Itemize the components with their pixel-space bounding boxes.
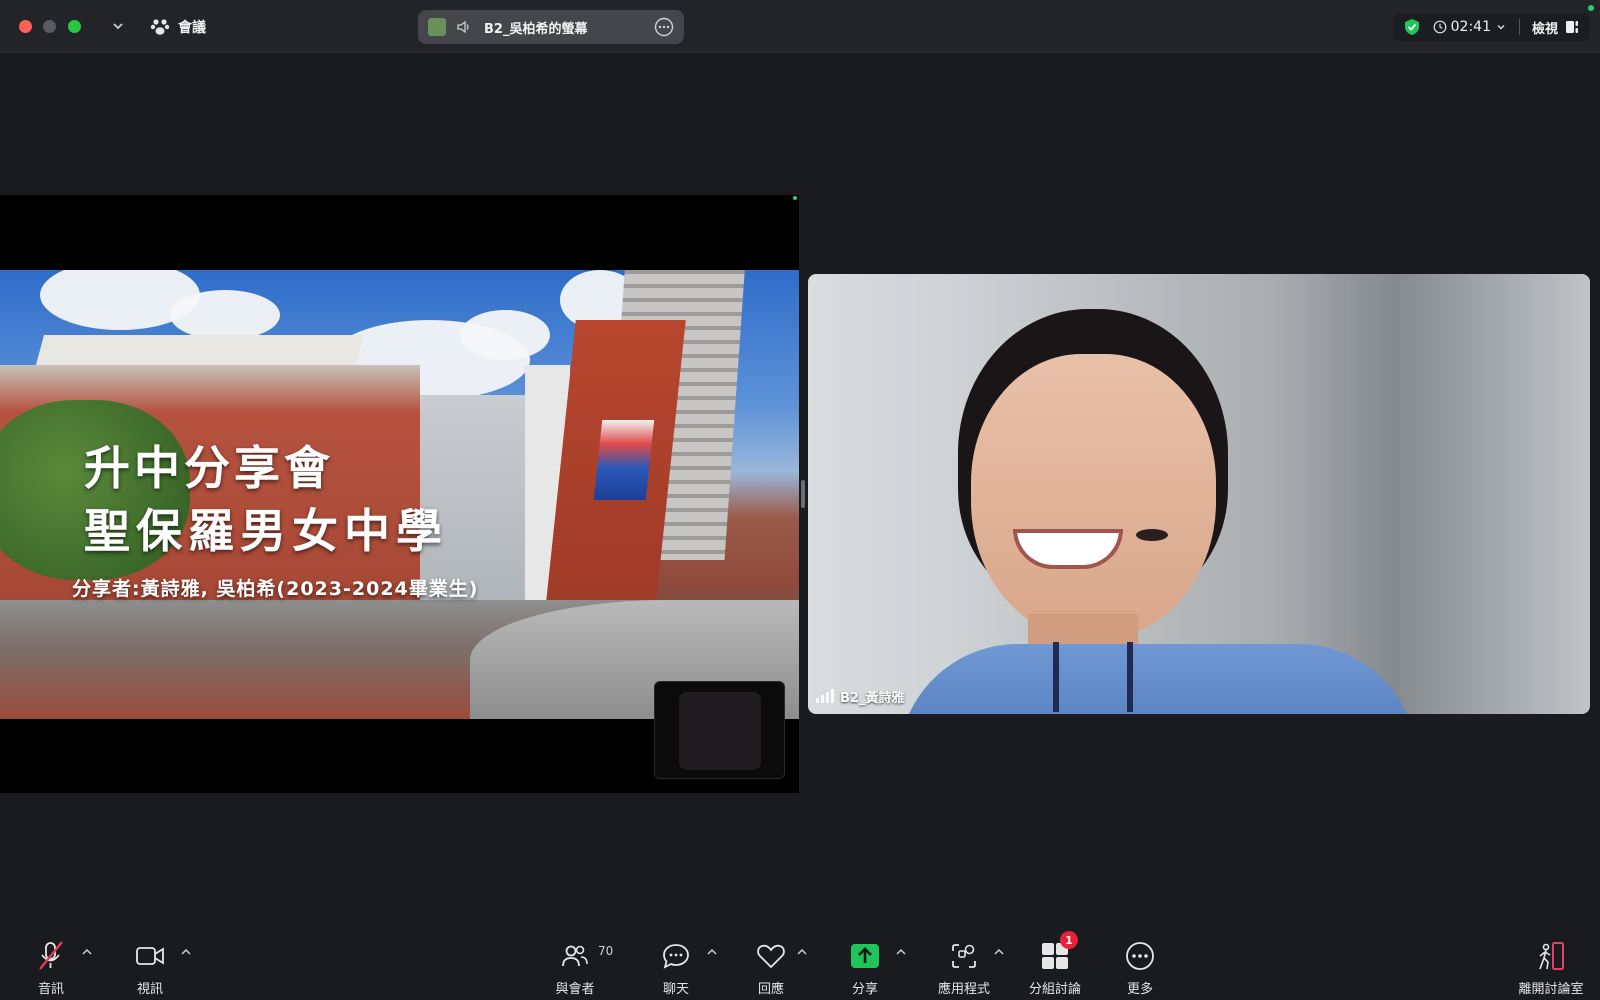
self-view-thumbnail[interactable] bbox=[654, 681, 785, 779]
screen-share-indicator[interactable]: B2_吳柏希的螢幕 bbox=[418, 10, 684, 44]
participant-name: B2_黃詩雅 bbox=[840, 690, 905, 706]
chat-label: 聊天 bbox=[662, 982, 689, 997]
maximize-window-button[interactable] bbox=[68, 20, 81, 33]
audio-options-chevron-icon[interactable] bbox=[81, 947, 93, 957]
chevron-down-icon[interactable] bbox=[110, 18, 126, 34]
video-camera-icon bbox=[136, 946, 164, 965]
leave-room-label: 離開討論室 bbox=[1518, 982, 1584, 997]
active-indicator bbox=[793, 196, 797, 200]
microphone-muted-icon bbox=[39, 940, 63, 970]
video-button[interactable]: 視訊 bbox=[105, 925, 195, 997]
audio-label: 音訊 bbox=[37, 982, 64, 997]
more-icon bbox=[1126, 941, 1154, 970]
shared-screen[interactable]: 升中分享會 聖保羅男女中學 分享者:黃詩雅, 吳柏希(2023-2024畢業生) bbox=[0, 195, 799, 793]
divider bbox=[1518, 19, 1520, 35]
participants-label: 與會者 bbox=[555, 982, 595, 997]
apps-label: 應用程式 bbox=[937, 982, 990, 997]
leave-room-button[interactable]: 離開討論室 bbox=[1506, 925, 1596, 997]
share-label: 分享 bbox=[851, 982, 878, 997]
self-view-avatar bbox=[679, 692, 761, 770]
reactions-options-chevron-icon[interactable] bbox=[796, 947, 808, 957]
more-button[interactable]: 更多 bbox=[1095, 925, 1185, 997]
slide-title: 升中分享會 bbox=[84, 441, 334, 495]
reactions-label: 回應 bbox=[757, 982, 784, 997]
participant-video[interactable]: B2_黃詩雅 bbox=[808, 274, 1590, 714]
breakout-label: 分組討論 bbox=[1028, 982, 1081, 997]
breakout-badge: 1 bbox=[1060, 931, 1078, 949]
video-label: 視訊 bbox=[136, 982, 163, 997]
clock-icon bbox=[1433, 20, 1447, 34]
participant-name-tag: B2_黃詩雅 bbox=[810, 684, 910, 708]
video-options-chevron-icon[interactable] bbox=[180, 947, 192, 957]
reactions-button[interactable]: 回應 bbox=[726, 925, 816, 997]
timer-value: 02:41 bbox=[1450, 19, 1491, 35]
speaker-icon bbox=[457, 20, 469, 34]
chevron-down-icon bbox=[1497, 25, 1505, 30]
school-banner bbox=[593, 420, 655, 500]
apps-button[interactable]: 應用程式 bbox=[919, 925, 1009, 997]
breakout-rooms-button[interactable]: 1 分組討論 bbox=[1010, 925, 1100, 997]
apps-options-chevron-icon[interactable] bbox=[993, 947, 1005, 957]
participants-icon bbox=[562, 945, 588, 966]
signal-strength-icon bbox=[816, 689, 834, 703]
zoom-meeting-window: 會議 B2_吳柏希的螢幕 02:41 檢視 升中分享會 聖保羅男女中學 分享者:… bbox=[0, 0, 1600, 1000]
minimize-window-button[interactable] bbox=[43, 20, 56, 33]
audio-button[interactable]: 音訊 bbox=[6, 925, 96, 997]
more-options-icon[interactable] bbox=[654, 17, 674, 37]
sharer-avatar bbox=[428, 18, 446, 36]
chat-options-chevron-icon[interactable] bbox=[706, 947, 718, 957]
presentation-slide: 升中分享會 聖保羅男女中學 分享者:黃詩雅, 吳柏希(2023-2024畢業生) bbox=[0, 270, 799, 719]
view-layout-icon bbox=[1566, 21, 1578, 33]
participants-count: 70 bbox=[598, 944, 614, 958]
view-button[interactable]: 檢視 bbox=[1532, 18, 1580, 37]
meeting-menu-label: 會議 bbox=[178, 20, 206, 36]
encryption-shield-icon[interactable] bbox=[1403, 18, 1421, 36]
title-bar: 會議 B2_吳柏希的螢幕 02:41 檢視 bbox=[0, 0, 1600, 53]
panel-resize-handle[interactable] bbox=[801, 480, 805, 508]
participants-button[interactable]: 70 與會者 bbox=[530, 925, 620, 997]
title-bar-right: 02:41 檢視 bbox=[1392, 13, 1590, 41]
more-label: 更多 bbox=[1126, 982, 1153, 997]
share-options-chevron-icon[interactable] bbox=[895, 947, 907, 957]
heart-icon bbox=[757, 944, 785, 968]
share-screen-icon bbox=[851, 943, 879, 968]
slide-presenters: 分享者:黃詩雅, 吳柏希(2023-2024畢業生) bbox=[72, 578, 479, 600]
meeting-menu[interactable]: 會議 bbox=[150, 14, 206, 40]
view-label: 檢視 bbox=[1531, 21, 1558, 37]
participants-paw-icon bbox=[150, 19, 170, 35]
meeting-toolbar: 音訊 視訊 70 與會者 聊天 回應 分享 應用程式 1 分組討論 更多 離開討… bbox=[0, 925, 1600, 1000]
status-dot bbox=[1588, 5, 1594, 11]
share-screen-button[interactable]: 分享 bbox=[820, 925, 910, 997]
chat-bubble-icon bbox=[663, 943, 689, 969]
leave-room-icon bbox=[1539, 941, 1564, 970]
apps-icon bbox=[952, 943, 976, 968]
share-title: B2_吳柏希的螢幕 bbox=[484, 21, 588, 37]
slide-title-block: 升中分享會 聖保羅男女中學 分享者:黃詩雅, 吳柏希(2023-2024畢業生) bbox=[72, 438, 477, 600]
chat-button[interactable]: 聊天 bbox=[631, 925, 721, 997]
slide-subtitle: 聖保羅男女中學 bbox=[84, 504, 448, 558]
close-window-button[interactable] bbox=[19, 20, 32, 33]
meeting-timer[interactable]: 02:41 bbox=[1433, 19, 1507, 35]
